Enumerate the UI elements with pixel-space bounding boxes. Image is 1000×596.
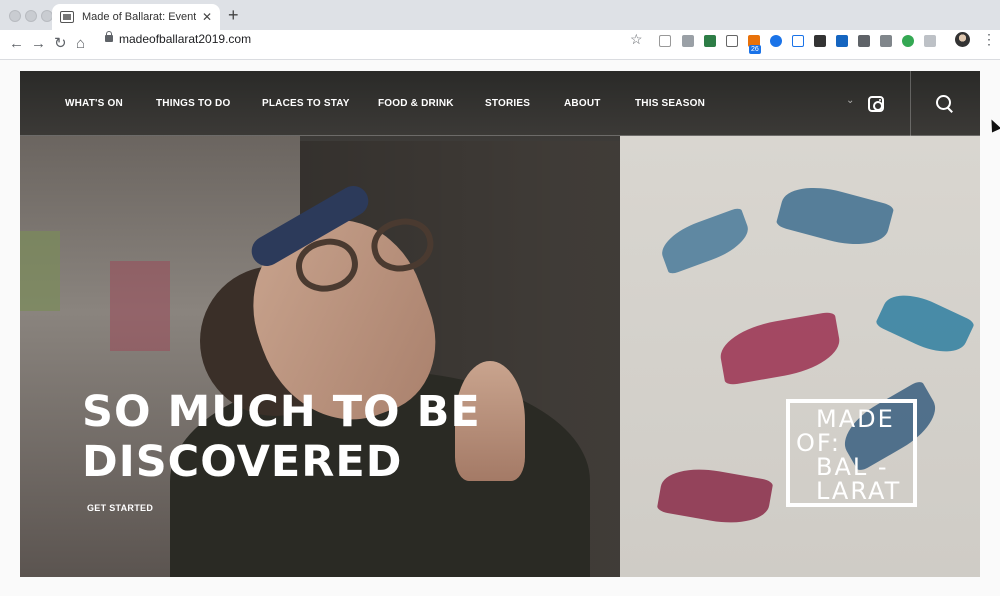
menu-dots-icon[interactable]: ⋮ <box>982 31 996 48</box>
forward-icon[interactable]: → <box>31 34 46 54</box>
logo-line: LARAT <box>816 477 902 505</box>
minimize-window-dot[interactable] <box>25 10 37 22</box>
nav-food-drink[interactable]: FOOD & DRINK <box>378 98 454 109</box>
lock-icon <box>105 31 113 42</box>
extension-icon[interactable] <box>880 35 892 47</box>
made-of-ballarat-logo[interactable]: MADE OF: BAL - LARAT <box>786 399 917 507</box>
hero-headline: SO MUCH TO BE DISCOVERED <box>82 387 542 487</box>
extension-icon[interactable] <box>814 35 826 47</box>
logo-line: MADE <box>816 405 895 433</box>
hero-banner: WHAT'S ON THINGS TO DO PLACES TO STAY FO… <box>20 71 980 577</box>
star-icon[interactable]: ☆ <box>630 31 643 48</box>
profile-avatar[interactable] <box>955 32 970 47</box>
extension-icon[interactable] <box>726 35 738 47</box>
close-window-dot[interactable] <box>9 10 21 22</box>
extension-icon[interactable] <box>858 35 870 47</box>
browser-tab[interactable]: Made of Ballarat: Events, Make ✕ <box>52 4 220 30</box>
tab-close-icon[interactable]: ✕ <box>202 10 212 24</box>
glasses-lens <box>291 233 363 298</box>
headline-line: SO MUCH TO BE <box>82 387 481 437</box>
tab-title: Made of Ballarat: Events, Make <box>82 11 196 23</box>
wikipedia-extension-icon[interactable] <box>659 35 671 47</box>
get-started-link[interactable]: GET STARTED <box>87 503 153 513</box>
extension-badge: 26 <box>749 45 761 54</box>
extension-icon[interactable] <box>792 35 804 47</box>
home-icon[interactable]: ⌂ <box>76 34 85 54</box>
nav-things-to-do[interactable]: THINGS TO DO <box>156 98 230 109</box>
extension-icon[interactable] <box>836 35 848 47</box>
web-page: WHAT'S ON THINGS TO DO PLACES TO STAY FO… <box>0 60 1000 596</box>
nav-whats-on[interactable]: WHAT'S ON <box>65 98 123 109</box>
extension-icon[interactable] <box>924 35 936 47</box>
chevron-down-icon[interactable]: ⌄ <box>846 95 854 106</box>
extension-icon[interactable] <box>902 35 914 47</box>
nav-divider <box>910 71 911 136</box>
headline-line: DISCOVERED <box>82 437 403 487</box>
logo-line: OF: <box>796 429 841 457</box>
glasses-lens <box>366 213 439 277</box>
search-icon[interactable] <box>936 95 954 113</box>
logo-line: BAL - <box>816 453 889 481</box>
reload-icon[interactable]: ↻ <box>54 34 67 54</box>
nav-stories[interactable]: STORIES <box>485 98 530 109</box>
hero-image-window <box>20 231 60 311</box>
site-navigation: WHAT'S ON THINGS TO DO PLACES TO STAY FO… <box>20 71 980 136</box>
back-icon[interactable]: ← <box>9 34 24 54</box>
favicon-icon <box>60 11 74 23</box>
hero-image-window <box>110 261 170 351</box>
browser-tab-strip: Made of Ballarat: Events, Make ✕ + <box>0 0 1000 30</box>
extension-icon[interactable] <box>682 35 694 47</box>
nav-places-to-stay[interactable]: PLACES TO STAY <box>262 98 350 109</box>
address-bar[interactable]: madeofballarat2019.com <box>119 32 251 46</box>
nav-about[interactable]: ABOUT <box>564 98 601 109</box>
nav-this-season[interactable]: THIS SEASON <box>635 98 705 109</box>
new-tab-button[interactable]: + <box>228 6 239 24</box>
extension-icon[interactable] <box>770 35 782 47</box>
instagram-icon[interactable] <box>868 96 884 112</box>
extension-icon[interactable] <box>704 35 716 47</box>
